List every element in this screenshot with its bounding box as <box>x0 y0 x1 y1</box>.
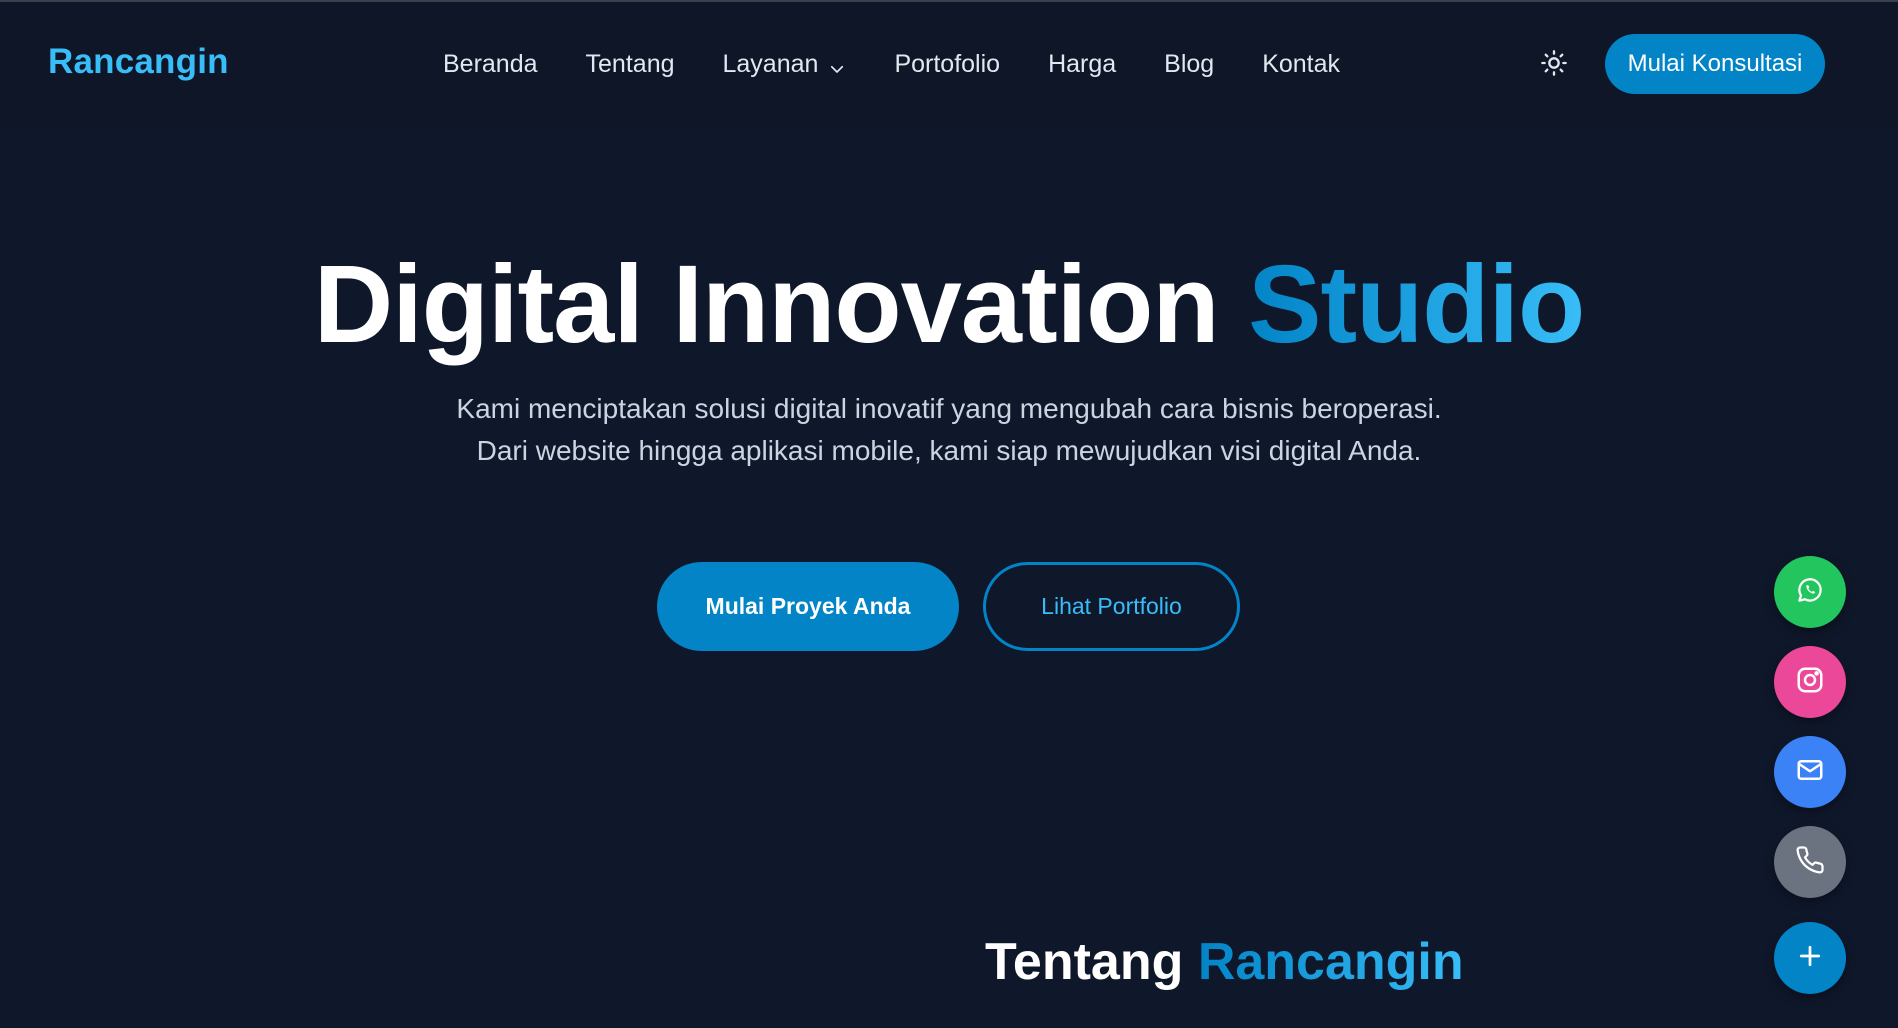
nav-item-label: Harga <box>1048 50 1117 78</box>
email-button[interactable] <box>1774 736 1846 808</box>
chevron-down-icon <box>828 56 846 74</box>
start-project-button[interactable]: Mulai Proyek Anda <box>657 562 959 651</box>
phone-button[interactable] <box>1774 826 1846 898</box>
mail-icon <box>1795 755 1825 790</box>
nav-item-kontak[interactable]: Kontak <box>1262 50 1340 79</box>
nav-item-label: Tentang <box>585 50 675 78</box>
nav-item-label: Portofolio <box>894 50 1001 78</box>
nav-item-layanan[interactable]: Layanan <box>723 50 847 79</box>
nav-item-label: Blog <box>1164 50 1215 78</box>
nav-item-blog[interactable]: Blog <box>1164 50 1214 79</box>
nav-item-portofolio[interactable]: Portofolio <box>894 50 1000 79</box>
nav-item-label: Layanan <box>722 50 819 78</box>
main-nav: Beranda Tentang Layanan Portofolio Harga… <box>443 50 1340 79</box>
instagram-icon <box>1795 665 1825 700</box>
nav-item-tentang[interactable]: Tentang <box>586 50 675 79</box>
brand-logo[interactable]: Rancangin <box>48 42 229 82</box>
hero-title-main: Digital Innovation <box>313 243 1220 366</box>
plus-icon <box>1795 941 1825 976</box>
hero-title: Digital Innovation Studio <box>0 240 1898 370</box>
nav-item-label: Kontak <box>1262 50 1341 78</box>
hero-subtitle: Kami menciptakan solusi digital inovatif… <box>456 393 1442 466</box>
start-consultation-button[interactable]: Mulai Konsultasi <box>1605 34 1825 94</box>
phone-icon <box>1795 845 1825 880</box>
instagram-button[interactable] <box>1774 646 1846 718</box>
whatsapp-button[interactable] <box>1774 556 1846 628</box>
nav-item-label: Beranda <box>443 50 538 78</box>
site-header: Rancangin Beranda Tentang Layanan Portof… <box>0 2 1898 126</box>
expand-contacts-button[interactable] <box>1774 922 1846 994</box>
about-section-title: Tentang Rancangin <box>985 930 1464 994</box>
sun-icon <box>1540 49 1568 82</box>
whatsapp-icon <box>1795 575 1825 610</box>
view-portfolio-button[interactable]: Lihat Portfolio <box>983 562 1240 651</box>
theme-toggle-button[interactable] <box>1538 49 1570 81</box>
hero-title-accent: Studio <box>1248 243 1585 366</box>
about-title-accent: Rancangin <box>1197 933 1464 991</box>
about-title-main: Tentang <box>985 933 1184 991</box>
page: Rancangin Beranda Tentang Layanan Portof… <box>0 0 1898 1028</box>
nav-item-harga[interactable]: Harga <box>1048 50 1116 79</box>
nav-item-beranda[interactable]: Beranda <box>443 50 538 79</box>
